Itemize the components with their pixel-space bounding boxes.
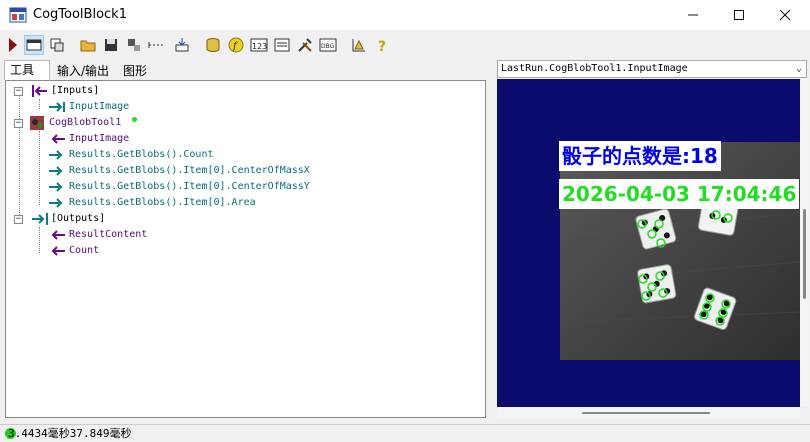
maximize-icon xyxy=(734,10,744,20)
input-arrow-icon xyxy=(51,230,65,240)
debug-icon: DBG xyxy=(319,38,337,52)
collapse-icon[interactable]: − xyxy=(14,215,23,224)
show-window-icon xyxy=(26,39,42,51)
tab-tools[interactable]: 工具 xyxy=(4,60,50,80)
tree-label: Results.GetBlobs().Count xyxy=(69,149,214,160)
output-arrow-icon xyxy=(49,198,63,208)
tree-label: Results.GetBlobs().Item[0].Area xyxy=(69,197,256,208)
tree-label: Results.GetBlobs().Item[0].CenterOfMassX xyxy=(69,165,310,176)
tool-tree[interactable]: − [Inputs] InputImage − CogBlobTool1 Inp… xyxy=(5,80,486,418)
run-button[interactable] xyxy=(3,35,23,55)
scrollbar-thumb[interactable] xyxy=(582,412,710,414)
tree-guide-line xyxy=(39,99,40,109)
status-bar: 3.4434毫秒37.849毫秒 xyxy=(0,424,810,442)
dotted-link-icon xyxy=(148,42,165,48)
dice-count-overlay: 骰子的点数是:18 xyxy=(559,141,721,171)
tree-label: ResultContent xyxy=(69,229,148,240)
numeric-button[interactable]: 123 xyxy=(249,35,269,55)
reset-button[interactable] xyxy=(47,35,67,55)
status-dot-icon xyxy=(132,117,137,122)
debug-button[interactable]: DBG xyxy=(318,35,338,55)
blob-tool-icon xyxy=(30,116,44,130)
input-arrow-icon xyxy=(51,134,65,144)
datetime-overlay: 2026-04-03 17:04:46 xyxy=(559,179,800,209)
dice-image xyxy=(560,142,800,360)
minimize-icon xyxy=(688,14,698,16)
image-selector-value: LastRun.CogBlobTool1.InputImage xyxy=(501,63,688,74)
dotted-link-button[interactable] xyxy=(147,35,167,55)
close-icon xyxy=(779,9,791,21)
tree-guide-line xyxy=(39,227,40,253)
help-button[interactable]: ? xyxy=(372,35,392,55)
tree-label: Count xyxy=(69,245,100,256)
title-bar: CogToolBlock1 xyxy=(0,0,810,30)
output-arrow-icon xyxy=(49,166,63,176)
horizontal-scrollbar[interactable] xyxy=(497,407,800,418)
input-arrow-icon xyxy=(32,85,47,97)
dice-photo xyxy=(560,142,800,360)
tree-label: InputImage xyxy=(69,101,130,112)
cog-app-icon xyxy=(9,7,27,23)
reset-icon xyxy=(50,38,64,52)
tree-label: InputImage xyxy=(69,133,130,144)
save-button[interactable] xyxy=(101,35,121,55)
scrollbar-thumb[interactable] xyxy=(803,209,806,299)
form-button[interactable] xyxy=(272,35,292,55)
vertical-scrollbar[interactable] xyxy=(800,79,809,407)
maximize-button[interactable] xyxy=(716,0,762,30)
tools-button[interactable] xyxy=(295,35,315,55)
minimize-button[interactable] xyxy=(670,0,716,30)
tree-guide-line xyxy=(39,131,40,205)
chevron-down-icon[interactable]: ⌄ xyxy=(796,61,802,77)
import-button[interactable] xyxy=(172,35,192,55)
svg-text:123: 123 xyxy=(252,42,267,51)
tree-label: [Inputs] xyxy=(51,85,100,96)
settings-icon xyxy=(128,39,140,51)
collapse-icon[interactable]: − xyxy=(14,119,23,128)
input-arrow-icon xyxy=(51,246,65,256)
chart-ruler-icon xyxy=(352,39,365,52)
tab-graphics[interactable]: 图形 xyxy=(118,62,162,80)
database-icon xyxy=(206,38,220,52)
settings-button[interactable] xyxy=(124,35,144,55)
tree-label: CogBlobTool1 xyxy=(49,117,122,128)
output-arrow-icon xyxy=(49,102,65,112)
tab-input-output[interactable]: 输入/输出 xyxy=(52,62,118,80)
tree-label: Results.GetBlobs().Item[0].CenterOfMassY xyxy=(69,181,310,192)
status-timing: 3.4434毫秒37.849毫秒 xyxy=(8,427,132,440)
numeric-icon: 123 xyxy=(250,38,268,52)
svg-text:DBG: DBG xyxy=(321,43,335,50)
import-icon xyxy=(175,38,189,52)
output-arrow-icon xyxy=(49,182,63,192)
form-icon xyxy=(274,38,290,52)
collapse-icon[interactable]: − xyxy=(14,87,23,96)
tree-guide-line xyxy=(19,95,20,221)
run-icon xyxy=(9,38,17,52)
tree-label: [Outputs] xyxy=(51,213,106,224)
function-button[interactable]: f xyxy=(226,35,246,55)
svg-text:?: ? xyxy=(378,39,386,53)
toolbar: f 123 DBG ? xyxy=(0,31,810,59)
tools-icon xyxy=(298,38,312,52)
function-icon: f xyxy=(228,37,244,53)
close-button[interactable] xyxy=(762,0,808,30)
open-folder-icon xyxy=(80,40,96,52)
help-icon: ? xyxy=(378,39,386,53)
image-display[interactable]: 骰子的点数是:18 2026-04-03 17:04:46 xyxy=(497,79,800,407)
left-panel-tabs: 工具 输入/输出 图形 xyxy=(0,60,490,80)
save-icon xyxy=(105,39,117,51)
output-arrow-icon xyxy=(32,213,48,225)
open-button[interactable] xyxy=(78,35,98,55)
chart-ruler-button[interactable] xyxy=(349,35,369,55)
show-window-button[interactable] xyxy=(24,35,44,55)
window-title: CogToolBlock1 xyxy=(33,7,127,22)
output-arrow-icon xyxy=(49,150,63,160)
image-selector-dropdown[interactable]: LastRun.CogBlobTool1.InputImage ⌄ xyxy=(497,60,807,78)
database-button[interactable] xyxy=(203,35,223,55)
